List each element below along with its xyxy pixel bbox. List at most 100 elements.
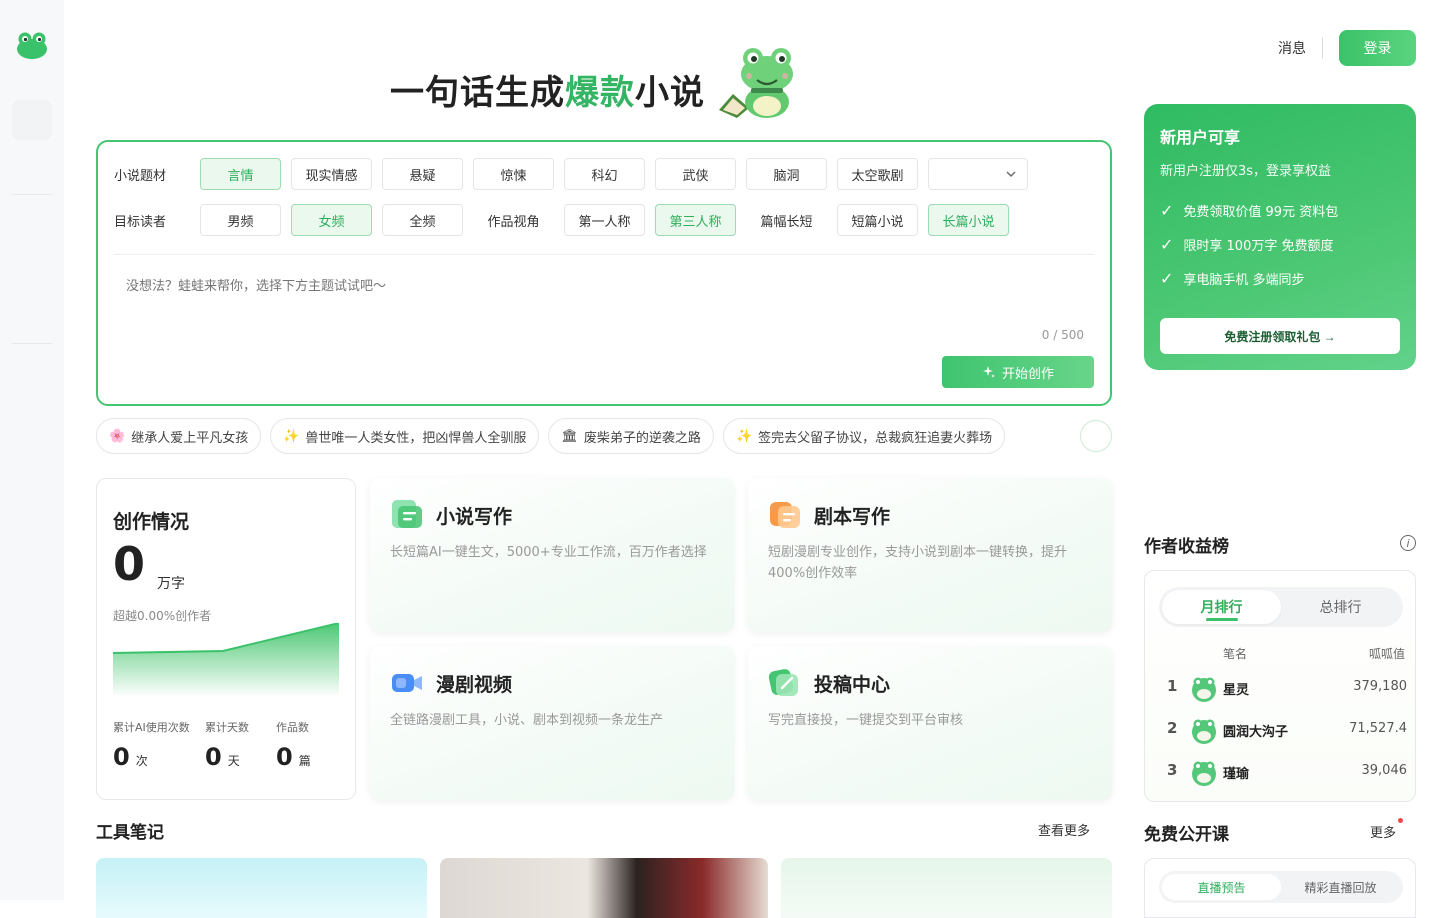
topic-suggestions: 🌸 继承人爱上平凡女孩 ✨ 兽世唯一人类女性，把凶悍兽人全驯服 🏛 废柴弟子的逆袭之路… (96, 418, 1006, 454)
note-card[interactable] (96, 858, 427, 918)
leaderboard-title: 作者收益榜 (1144, 537, 1229, 557)
sparkle-icon: ✨ (735, 428, 753, 444)
genre-chip-mystery[interactable]: 悬疑 (382, 158, 463, 190)
reader-chip-male[interactable]: 男频 (200, 204, 281, 236)
author-name: 星灵 (1223, 683, 1250, 698)
suggestion-chip[interactable]: 🌸 继承人爱上平凡女孩 (96, 418, 262, 454)
feature-card-submission-center[interactable]: 投稿中心 写完直接投，一键提交到平台审核 (748, 646, 1112, 800)
stats-title: 创作情况 (113, 511, 190, 533)
metric-unit: 天 (227, 754, 240, 768)
feature-title: 投稿中心 (814, 674, 891, 696)
author-score: 39,046 (1361, 763, 1408, 778)
suggestion-chip[interactable]: ✨ 兽世唯一人类女性，把凶悍兽人全驯服 (270, 418, 540, 454)
pov-chip-first[interactable]: 第一人称 (564, 204, 645, 236)
start-create-button[interactable]: 开始创作 (942, 356, 1094, 388)
word-count: 0 (113, 537, 146, 591)
tab-live-replay[interactable]: 精彩直播回放 (1281, 874, 1400, 900)
metric-value: 0 (276, 743, 293, 771)
promo-benefit-text: 限时享 100万字 免费额度 (1183, 239, 1334, 254)
genre-chip-realistic[interactable]: 现实情感 (291, 158, 372, 190)
promo-subtitle: 新用户注册仅3s，登录享权益 (1160, 164, 1332, 179)
genre-chip-brainstorm[interactable]: 脑洞 (746, 158, 827, 190)
promo-benefit: ✓ 免费领取价值 99元 资料包 (1160, 201, 1338, 220)
genre-chip-space-opera[interactable]: 太空歌剧 (837, 158, 918, 190)
tab-overall[interactable]: 总排行 (1281, 590, 1400, 624)
frog-logo-icon[interactable] (16, 30, 48, 60)
metric-works: 作品数 0篇 (276, 719, 311, 771)
note-card[interactable] (440, 858, 768, 918)
suggestion-text: 继承人爱上平凡女孩 (131, 430, 249, 446)
tab-monthly[interactable]: 月排行 (1162, 590, 1281, 624)
leaderboard-row[interactable]: 3 瑾瑜 39,046 (1145, 755, 1417, 787)
register-gift-button[interactable]: 免费注册领取礼包 → (1160, 318, 1400, 354)
promo-benefit: ✓ 限时享 100万字 免费额度 (1160, 235, 1333, 254)
suggestion-text: 兽世唯一人类女性，把凶悍兽人全驯服 (305, 430, 527, 446)
sidebar-nav-item[interactable] (12, 100, 52, 140)
rank-number: 3 (1167, 761, 1178, 779)
feature-card-novel-writing[interactable]: 小说写作 长短篇AI一键生文，5000+专业工作流，百万作者选择 (370, 478, 734, 632)
idea-input[interactable] (126, 278, 1026, 293)
feature-card-comic-video[interactable]: 漫剧视频 全链路漫剧工具，小说、剧本到视频一条龙生产 (370, 646, 734, 800)
note-card[interactable] (781, 858, 1112, 918)
metric-unit: 篇 (298, 754, 311, 768)
chevron-down-icon (1006, 171, 1016, 177)
genre-row: 小说题材 言情 现实情感 悬疑 惊悚 科幻 武侠 脑洞 太空歌剧 (114, 158, 1038, 190)
reader-chip-all[interactable]: 全频 (382, 204, 463, 236)
promo-title: 新用户可享 (1160, 128, 1241, 147)
tab-live-preview[interactable]: 直播预告 (1162, 874, 1281, 900)
checkmark-icon: ✓ (1160, 235, 1174, 254)
author-leaderboard: 月排行 总排行 笔名 呱呱值 1 星灵 379,180 2 圆润大沟子 71,5… (1144, 570, 1416, 802)
free-classes-title: 免费公开课 (1144, 825, 1229, 845)
login-button[interactable]: 登录 (1339, 30, 1416, 66)
pov-chip-third[interactable]: 第三人称 (655, 204, 736, 236)
leaderboard-row[interactable]: 1 星灵 379,180 (1145, 671, 1417, 703)
new-user-promo: 新用户可享 新用户注册仅3s，登录享权益 ✓ 免费领取价值 99元 资料包 ✓ 限时… (1144, 104, 1416, 370)
col-header-score: 呱呱值 (1368, 647, 1405, 661)
class-tabs: 直播预告 精彩直播回放 (1159, 871, 1403, 903)
length-chip-short[interactable]: 短篇小说 (837, 204, 918, 236)
metric-label: 作品数 (276, 721, 309, 734)
suggestion-chip[interactable]: 🏛 废柴弟子的逆袭之路 (548, 418, 714, 454)
document-icon (392, 500, 422, 528)
feature-desc: 写完直接投，一键提交到平台审核 (768, 713, 964, 728)
info-icon[interactable]: i (1400, 535, 1416, 551)
metric-days: 累计天数 0天 (205, 719, 249, 771)
messages-link[interactable]: 消息 (1278, 38, 1306, 58)
tool-notes-title: 工具笔记 (96, 823, 164, 843)
refresh-suggestions-button[interactable] (1080, 420, 1112, 452)
promo-benefit-text: 免费领取价值 99元 资料包 (1183, 205, 1339, 220)
metric-unit: 次 (135, 754, 148, 768)
feature-desc: 全链路漫剧工具，小说、剧本到视频一条龙生产 (390, 713, 664, 728)
metric-label: 累计AI使用次数 (113, 721, 190, 734)
metric-value: 0 (113, 743, 130, 771)
author-name: 瑾瑜 (1223, 767, 1250, 782)
reader-chip-female[interactable]: 女频 (291, 204, 372, 236)
genre-more-dropdown[interactable] (928, 158, 1028, 190)
genre-chip-wuxia[interactable]: 武侠 (655, 158, 736, 190)
length-label: 篇幅长短 (760, 214, 813, 230)
genre-chip-scifi[interactable]: 科幻 (564, 158, 645, 190)
char-counter: 0 / 500 (1041, 328, 1084, 342)
length-chip-long[interactable]: 长篇小说 (928, 204, 1009, 236)
suggestion-chip[interactable]: ✨ 签完去父留子协议，总裁疯狂追妻火葬场 (722, 418, 1006, 454)
promo-benefit: ✓ 享电脑手机 多端同步 (1160, 269, 1305, 288)
leaderboard-row[interactable]: 2 圆润大沟子 71,527.4 (1145, 713, 1417, 745)
sparkle-icon (982, 366, 995, 378)
feature-desc: 短剧漫剧专业创作，支持小说到剧本一键转换，提升400%创作效率 (768, 545, 1068, 581)
temple-icon: 🏛 (561, 428, 578, 444)
sidebar (0, 0, 64, 900)
genre-chip-romance[interactable]: 言情 (200, 158, 281, 190)
tool-notes-more-link[interactable]: 查看更多 (1038, 820, 1090, 839)
checkmark-icon: ✓ (1160, 269, 1174, 288)
rank-percent: 超越0.00%创作者 (113, 609, 212, 623)
frog-avatar-icon (1192, 761, 1216, 786)
suggestion-text: 废柴弟子的逆袭之路 (583, 430, 701, 446)
metric-ai-usage: 累计AI使用次数 0次 (113, 719, 190, 771)
reader-label: 目标读者 (114, 214, 167, 230)
author-score: 379,180 (1353, 679, 1407, 694)
free-classes-more-link[interactable]: 更多 (1370, 822, 1396, 841)
genre-chip-thriller[interactable]: 惊悚 (473, 158, 554, 190)
pov-label: 作品视角 (487, 214, 540, 230)
feature-title: 剧本写作 (814, 506, 891, 528)
feature-card-script-writing[interactable]: 剧本写作 短剧漫剧专业创作，支持小说到剧本一键转换，提升400%创作效率 (748, 478, 1112, 632)
